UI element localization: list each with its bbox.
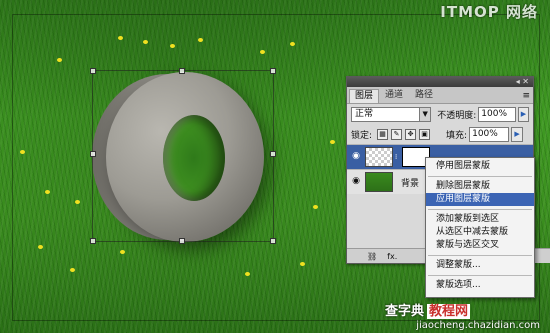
lock-label: 锁定:	[351, 130, 373, 141]
layer-thumbnail	[365, 147, 393, 167]
blend-opacity-row: 正常 ▼ 不透明度: 100% ▶	[347, 104, 533, 124]
lock-pixels-icon[interactable]: ✎	[391, 128, 403, 140]
watermark-brand-2: 教程网	[426, 304, 470, 319]
transform-handle[interactable]	[179, 238, 185, 244]
menu-item-apply-mask[interactable]: 应用图层蒙版	[426, 193, 534, 206]
flower	[313, 205, 318, 209]
transform-handle[interactable]	[90, 151, 96, 157]
link-icon[interactable]: ⛓	[367, 252, 377, 261]
watermark-brand: 查字典 教程网	[385, 300, 470, 319]
lock-fill-row: 锁定: ▦ ✎ ✥ ▣ 填充: 100% ▶	[347, 124, 533, 144]
panel-menu-icon[interactable]: ≡	[522, 90, 530, 103]
tab-layers[interactable]: 图层	[349, 89, 380, 103]
eye-icon[interactable]: ◉	[350, 151, 362, 163]
fill-slider-button[interactable]: ▶	[511, 126, 524, 142]
panel-collapse-icon[interactable]: ◂ ✕	[516, 77, 529, 87]
transform-handle[interactable]	[179, 68, 185, 74]
watermark-url: jiaocheng.chazidian.com	[416, 320, 540, 331]
transform-handle[interactable]	[90, 68, 96, 74]
menu-item-intersect-mask[interactable]: 蒙版与选区交叉	[426, 239, 534, 252]
menu-item-mask-options[interactable]: 蒙版选项...	[426, 279, 534, 292]
flower	[70, 268, 75, 272]
flower	[20, 150, 25, 154]
lock-transparency-icon[interactable]: ▦	[377, 128, 389, 140]
menu-separator	[428, 209, 532, 210]
transform-handle[interactable]	[270, 68, 276, 74]
transform-handle[interactable]	[90, 238, 96, 244]
menu-item-add-mask-to-selection[interactable]: 添加蒙版到选区	[426, 213, 534, 226]
flower	[120, 250, 125, 254]
lock-position-icon[interactable]: ✥	[405, 128, 417, 140]
flower	[290, 42, 295, 46]
flower	[118, 36, 123, 40]
flower	[170, 44, 175, 48]
chevron-down-icon: ▼	[419, 107, 431, 121]
watermark-brand-1: 查字典	[384, 304, 424, 319]
tab-paths[interactable]: 路径	[409, 88, 439, 103]
flower	[57, 58, 62, 62]
lock-icons: ▦ ✎ ✥ ▣	[377, 128, 431, 140]
mask-context-menu: 停用图层蒙版 删除图层蒙版 应用图层蒙版 添加蒙版到选区 从选区中减去蒙版 蒙版…	[425, 157, 535, 298]
fill-label: 填充:	[446, 130, 468, 141]
panel-titlebar[interactable]: ◂ ✕	[347, 77, 533, 87]
panel-tabs: 图层 通道 路径 ≡	[347, 87, 533, 104]
flower	[300, 262, 305, 266]
menu-item-delete-mask[interactable]: 删除图层蒙版	[426, 180, 534, 193]
opacity-slider-button[interactable]: ▶	[517, 106, 530, 122]
flower	[245, 272, 250, 276]
transform-handle[interactable]	[270, 238, 276, 244]
transform-handle[interactable]	[270, 151, 276, 157]
fx-icon[interactable]: fx.	[387, 252, 397, 261]
layer-name: 背景	[401, 178, 420, 189]
flower	[260, 50, 265, 54]
blend-mode-value: 正常	[355, 108, 374, 119]
opacity-label: 不透明度:	[437, 110, 477, 121]
lock-all-icon[interactable]: ▣	[419, 128, 431, 140]
menu-item-refine-mask[interactable]: 调整蒙版...	[426, 259, 534, 272]
mask-link-icon[interactable]: ⁞	[395, 153, 400, 161]
blend-mode-select[interactable]: 正常 ▼	[351, 106, 432, 122]
menu-item-subtract-mask[interactable]: 从选区中减去蒙版	[426, 226, 534, 239]
flower	[75, 200, 80, 204]
tab-channels[interactable]: 通道	[379, 88, 409, 103]
fill-input[interactable]: 100%	[469, 126, 510, 142]
transform-bounding-box[interactable]	[90, 68, 276, 244]
watermark-logo: ITMOP 网络	[440, 3, 538, 21]
menu-separator	[428, 255, 532, 256]
opacity-input[interactable]: 100%	[478, 106, 516, 122]
menu-separator	[428, 176, 532, 177]
flower	[143, 40, 148, 44]
flower	[330, 140, 335, 144]
menu-separator	[428, 275, 532, 276]
flower	[38, 245, 43, 249]
layer-thumbnail	[365, 172, 393, 192]
flower	[45, 190, 50, 194]
flower	[198, 38, 203, 42]
menu-item-disable-mask[interactable]: 停用图层蒙版	[426, 160, 534, 173]
eye-icon[interactable]: ◉	[350, 176, 362, 188]
